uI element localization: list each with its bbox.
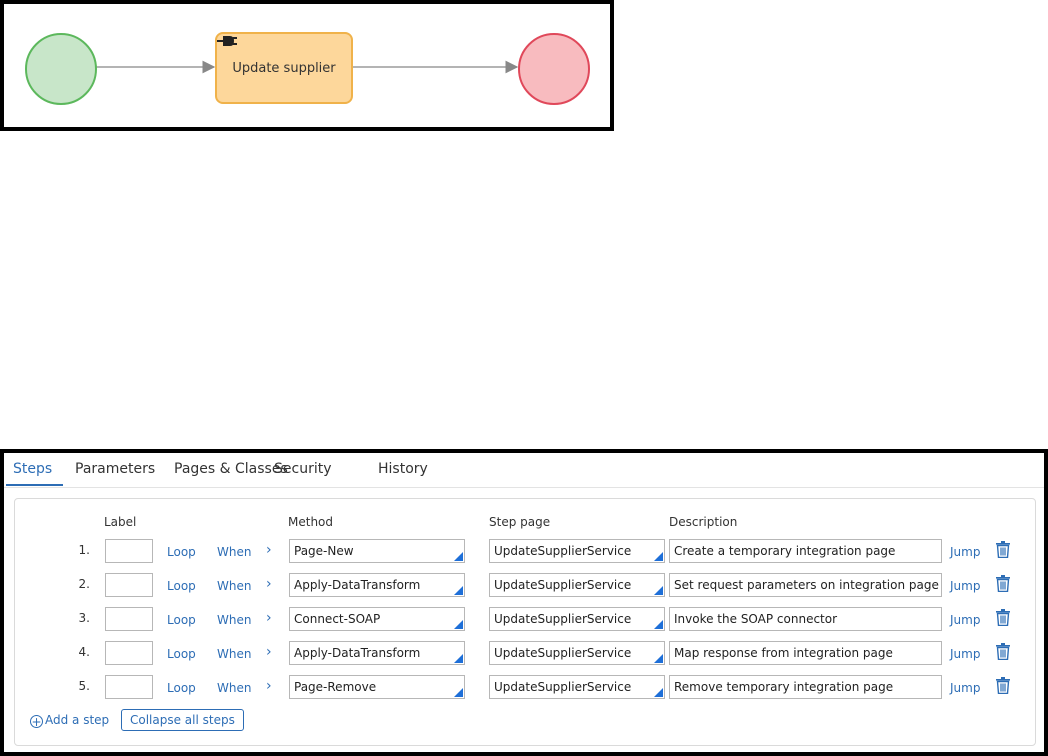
chevron-right-icon[interactable]: ›: [266, 542, 272, 558]
trash-icon[interactable]: [996, 575, 1010, 592]
column-header-step-page: Step page: [489, 515, 551, 529]
autocomplete-corner-icon: [454, 586, 463, 595]
trash-icon[interactable]: [996, 609, 1010, 626]
trash-icon[interactable]: [996, 541, 1010, 558]
autocomplete-corner-icon: [654, 586, 663, 595]
method-field[interactable]: Page-New: [289, 539, 465, 563]
step-label-input[interactable]: [105, 573, 153, 597]
method-field[interactable]: Apply-DataTransform: [289, 573, 465, 597]
trash-icon[interactable]: [996, 677, 1010, 694]
description-field[interactable]: Remove temporary integration page: [669, 675, 942, 699]
step-number: 2.: [78, 577, 90, 591]
autocomplete-corner-icon: [454, 620, 463, 629]
plug-icon: [217, 36, 237, 46]
autocomplete-corner-icon: [654, 688, 663, 697]
step-row: 5. Loop When › Page-Remove UpdateSupplierServ…: [4, 675, 1044, 701]
autocomplete-corner-icon: [654, 620, 663, 629]
collapse-all-steps-button[interactable]: Collapse all steps: [121, 709, 244, 731]
add-step-link[interactable]: + Add a step: [30, 713, 109, 728]
description-field[interactable]: Set request parameters on integration pa…: [669, 573, 942, 597]
task-update-supplier[interactable]: Update supplier: [215, 32, 353, 104]
autocomplete-corner-icon: [454, 654, 463, 663]
loop-link[interactable]: Loop: [167, 545, 196, 559]
jump-link[interactable]: Jump: [950, 681, 980, 695]
description-field[interactable]: Create a temporary integration page: [669, 539, 942, 563]
activity-rule-panel: Steps Parameters Pages & Classes Securit…: [0, 449, 1048, 756]
step-row: 4. Loop When › Apply-DataTransform UpdateSupp…: [4, 641, 1044, 667]
step-row: 3. Loop When › Connect-SOAP UpdateSupplierSer…: [4, 607, 1044, 633]
add-step-label: Add a step: [45, 713, 110, 727]
active-tab-indicator: [6, 484, 63, 486]
step-page-value: UpdateSupplierService: [494, 578, 632, 592]
task-label: Update supplier: [232, 61, 336, 76]
chevron-right-icon[interactable]: ›: [266, 644, 272, 660]
step-page-value: UpdateSupplierService: [494, 612, 632, 626]
when-link[interactable]: When: [217, 647, 251, 661]
loop-link[interactable]: Loop: [167, 579, 196, 593]
flow-diagram: Update supplier: [0, 0, 614, 131]
method-value: Page-New: [294, 544, 354, 558]
jump-link[interactable]: Jump: [950, 545, 980, 559]
when-link[interactable]: When: [217, 545, 251, 559]
column-header-label: Label: [104, 515, 137, 529]
method-value: Connect-SOAP: [294, 612, 381, 626]
tab-bar: Steps Parameters Pages & Classes Securit…: [4, 453, 1044, 488]
tab-history[interactable]: History: [378, 461, 428, 477]
step-row: 2. Loop When › Apply-DataTransform UpdateSupp…: [4, 573, 1044, 599]
method-value: Apply-DataTransform: [294, 578, 421, 592]
autocomplete-corner-icon: [654, 552, 663, 561]
step-label-input[interactable]: [105, 641, 153, 665]
description-field[interactable]: Invoke the SOAP connector: [669, 607, 942, 631]
chevron-right-icon[interactable]: ›: [266, 610, 272, 626]
step-page-field[interactable]: UpdateSupplierService: [489, 573, 665, 597]
autocomplete-corner-icon: [454, 552, 463, 561]
step-page-value: UpdateSupplierService: [494, 544, 632, 558]
chevron-right-icon[interactable]: ›: [266, 576, 272, 592]
tab-parameters[interactable]: Parameters: [75, 461, 155, 477]
jump-link[interactable]: Jump: [950, 613, 980, 627]
method-field[interactable]: Page-Remove: [289, 675, 465, 699]
trash-icon[interactable]: [996, 643, 1010, 660]
step-page-value: UpdateSupplierService: [494, 646, 632, 660]
end-node[interactable]: [518, 33, 590, 105]
description-field[interactable]: Map response from integration page: [669, 641, 942, 665]
when-link[interactable]: When: [217, 613, 251, 627]
loop-link[interactable]: Loop: [167, 681, 196, 695]
column-header-method: Method: [288, 515, 334, 529]
loop-link[interactable]: Loop: [167, 647, 196, 661]
autocomplete-corner-icon: [454, 688, 463, 697]
step-page-value: UpdateSupplierService: [494, 680, 632, 694]
autocomplete-corner-icon: [654, 654, 663, 663]
step-page-field[interactable]: UpdateSupplierService: [489, 539, 665, 563]
add-circle-icon: +: [30, 715, 43, 729]
step-label-input[interactable]: [105, 675, 153, 699]
when-link[interactable]: When: [217, 681, 251, 695]
step-number: 4.: [78, 645, 90, 659]
step-number: 3.: [78, 611, 90, 625]
tab-steps[interactable]: Steps: [13, 461, 52, 477]
method-value: Apply-DataTransform: [294, 646, 421, 660]
loop-link[interactable]: Loop: [167, 613, 196, 627]
column-header-description: Description: [669, 515, 738, 529]
start-node[interactable]: [25, 33, 97, 105]
method-field[interactable]: Apply-DataTransform: [289, 641, 465, 665]
step-number: 1.: [78, 543, 90, 557]
step-row: 1. Loop When › Page-New UpdateSupplierService…: [4, 539, 1044, 565]
method-field[interactable]: Connect-SOAP: [289, 607, 465, 631]
tab-security[interactable]: Security: [274, 461, 332, 477]
when-link[interactable]: When: [217, 579, 251, 593]
step-page-field[interactable]: UpdateSupplierService: [489, 641, 665, 665]
method-value: Page-Remove: [294, 680, 377, 694]
tab-pages-classes[interactable]: Pages & Classes: [174, 461, 288, 477]
step-page-field[interactable]: UpdateSupplierService: [489, 675, 665, 699]
step-label-input[interactable]: [105, 539, 153, 563]
jump-link[interactable]: Jump: [950, 647, 980, 661]
chevron-right-icon[interactable]: ›: [266, 678, 272, 694]
jump-link[interactable]: Jump: [950, 579, 980, 593]
step-number: 5.: [78, 679, 90, 693]
step-label-input[interactable]: [105, 607, 153, 631]
step-page-field[interactable]: UpdateSupplierService: [489, 607, 665, 631]
